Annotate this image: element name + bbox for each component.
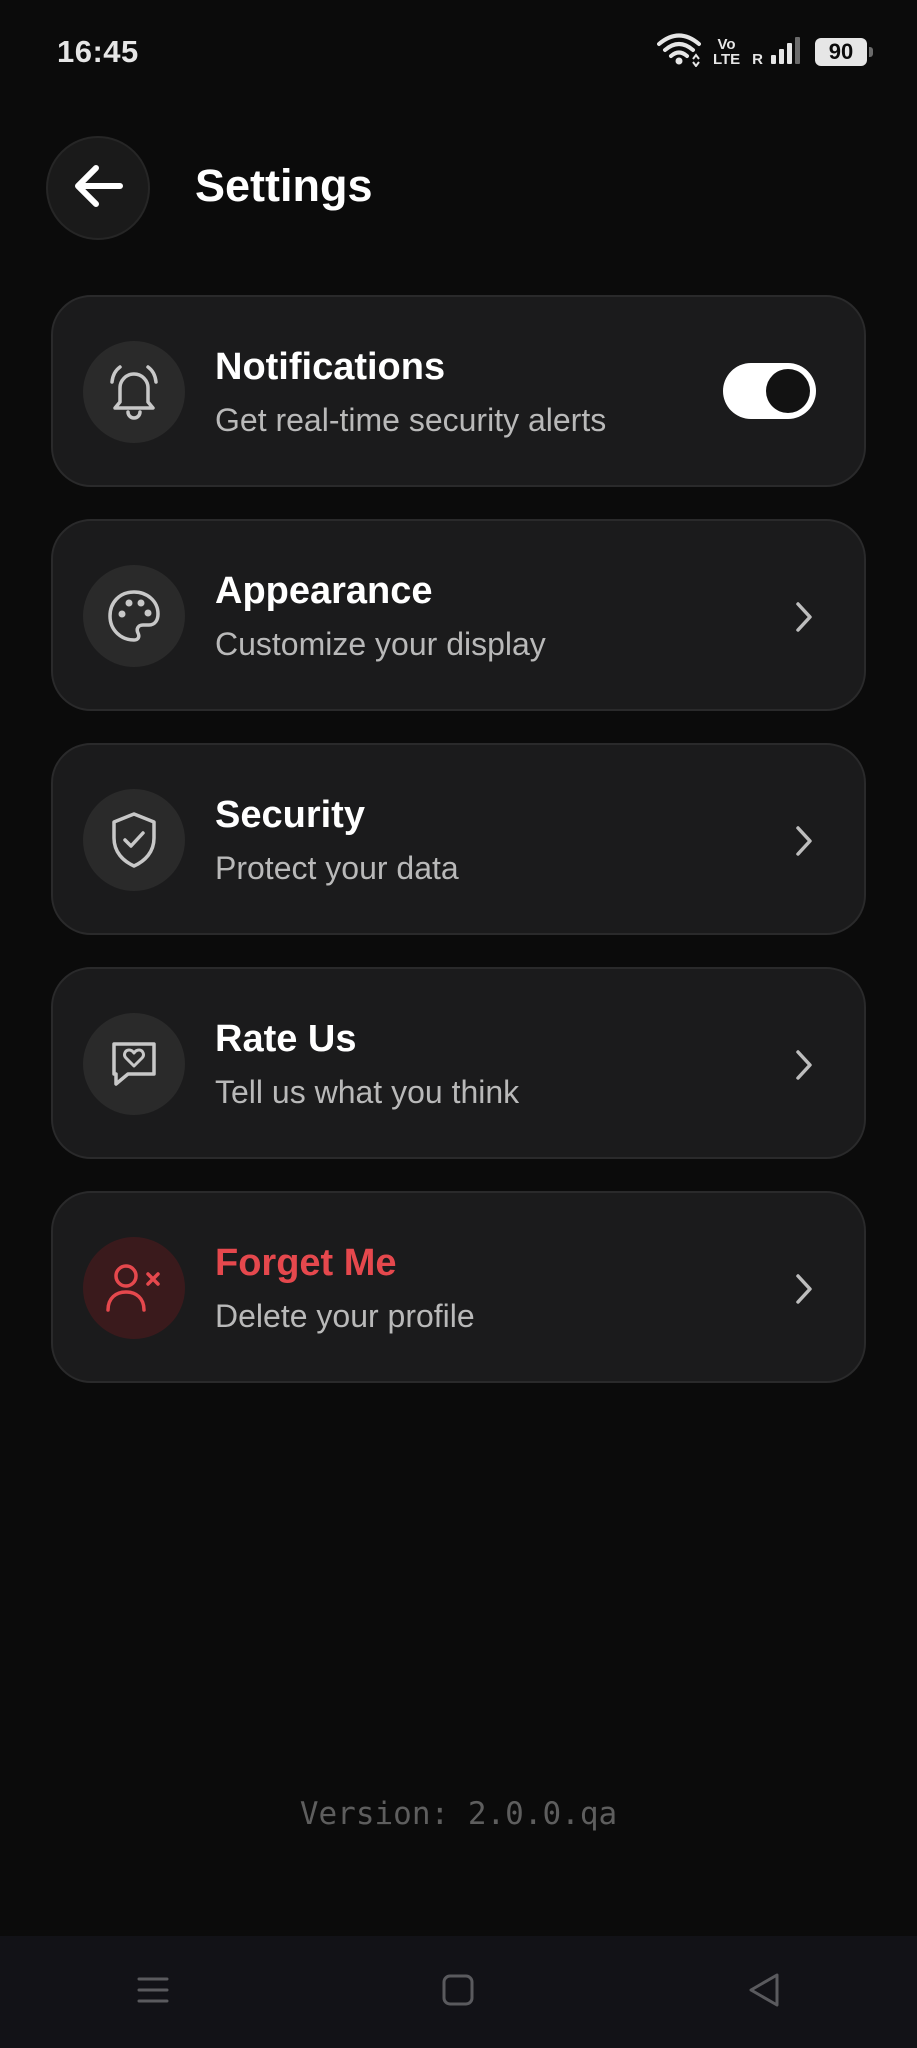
status-icons: Vo LTE R 90 bbox=[656, 32, 873, 72]
triangle-back-icon bbox=[747, 1972, 781, 2013]
user-x-icon bbox=[83, 1237, 185, 1339]
status-time: 16:45 bbox=[57, 34, 139, 69]
square-icon bbox=[441, 1973, 475, 2012]
wifi-icon bbox=[656, 33, 701, 72]
rate-us-card[interactable]: Rate Us Tell us what you think bbox=[51, 967, 866, 1159]
bell-icon bbox=[83, 341, 185, 443]
roaming-indicator: R bbox=[752, 51, 763, 68]
arrow-left-icon bbox=[72, 164, 124, 213]
security-subtitle: Protect your data bbox=[215, 850, 459, 886]
back-button[interactable] bbox=[46, 136, 150, 240]
rate-us-title: Rate Us bbox=[215, 1018, 357, 1060]
signal-icon bbox=[769, 35, 803, 70]
chevron-right-icon bbox=[786, 823, 822, 859]
appearance-title: Appearance bbox=[215, 570, 433, 612]
notifications-card[interactable]: Notifications Get real-time security ale… bbox=[51, 295, 866, 487]
chevron-right-icon bbox=[786, 1271, 822, 1307]
menu-icon bbox=[136, 1975, 170, 2010]
notifications-toggle[interactable] bbox=[723, 363, 816, 419]
volte-icon: Vo LTE bbox=[713, 37, 740, 67]
forget-me-card[interactable]: Forget Me Delete your profile bbox=[51, 1191, 866, 1383]
rate-us-subtitle: Tell us what you think bbox=[215, 1074, 520, 1110]
settings-list: Notifications Get real-time security ale… bbox=[51, 295, 866, 1415]
recents-button[interactable] bbox=[108, 1957, 198, 2027]
system-nav-bar bbox=[0, 1936, 917, 2048]
home-button[interactable] bbox=[413, 1957, 503, 2027]
volte-top-label: Vo bbox=[717, 36, 736, 53]
page-title: Settings bbox=[195, 160, 373, 211]
appearance-card[interactable]: Appearance Customize your display bbox=[51, 519, 866, 711]
forget-me-title: Forget Me bbox=[215, 1242, 397, 1284]
message-heart-icon bbox=[83, 1013, 185, 1115]
security-card[interactable]: Security Protect your data bbox=[51, 743, 866, 935]
chevron-right-icon bbox=[786, 599, 822, 635]
toggle-knob bbox=[766, 369, 810, 413]
appearance-subtitle: Customize your display bbox=[215, 626, 546, 662]
forget-me-subtitle: Delete your profile bbox=[215, 1298, 475, 1334]
notifications-title: Notifications bbox=[215, 346, 446, 388]
chevron-right-icon bbox=[786, 1047, 822, 1083]
status-bar: 16:45 Vo LTE R 90 bbox=[0, 0, 917, 100]
back-nav-button[interactable] bbox=[719, 1957, 809, 2027]
shield-check-icon bbox=[83, 789, 185, 891]
notifications-subtitle: Get real-time security alerts bbox=[215, 402, 607, 438]
volte-bottom-label: LTE bbox=[712, 51, 741, 68]
version-label: Version: 2.0.0.qa bbox=[299, 1796, 618, 1832]
battery-indicator: 90 bbox=[815, 38, 873, 66]
security-title: Security bbox=[215, 794, 365, 836]
palette-icon bbox=[83, 565, 185, 667]
